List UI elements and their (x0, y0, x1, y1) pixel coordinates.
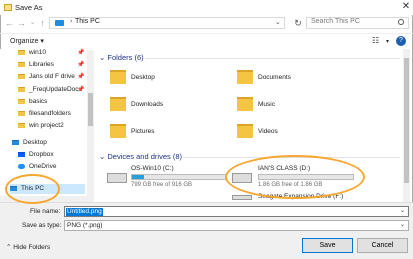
nav-item-basics[interactable]: basics (18, 97, 47, 107)
folder-label[interactable]: Pictures (131, 128, 154, 135)
this-pc-icon (55, 20, 64, 26)
save-as-type-label: Save as type: (22, 222, 62, 229)
onedrive-icon (18, 163, 25, 169)
nav-item-win10[interactable]: win10 (18, 48, 46, 58)
folder-icon (18, 122, 25, 128)
folder-label[interactable]: Videos (258, 128, 278, 135)
view-dropdown-icon[interactable]: ▾ (386, 38, 389, 45)
search-placeholder: Search This PC (311, 18, 360, 25)
desktop-folder-icon (110, 70, 126, 84)
nav-item-libraries[interactable]: Libraries (18, 60, 54, 70)
pin-icon: 📌 (77, 87, 85, 93)
organize-button[interactable]: Organize ▾ (10, 37, 44, 45)
drive-name[interactable]: OS-Win10 (C:) (131, 165, 174, 172)
folder-icon (18, 49, 25, 55)
external-drive-icon (232, 195, 252, 200)
recent-dropdown-icon[interactable]: ⌄ (28, 18, 37, 28)
file-name-input[interactable] (64, 206, 409, 217)
folder-label[interactable]: Documents (258, 74, 291, 81)
search-icon[interactable] (398, 19, 404, 25)
nav-scrollbar[interactable] (87, 50, 94, 202)
highlight-ellipse-this-pc (5, 174, 60, 204)
chevron-down-icon[interactable]: ⌄ (400, 207, 405, 214)
address-path[interactable]: This PC (75, 18, 100, 25)
music-folder-icon (237, 97, 253, 111)
pictures-folder-icon (110, 124, 126, 138)
view-options-icon[interactable]: ☷ (372, 36, 379, 45)
toolbar (0, 33, 413, 48)
save-as-type-select[interactable] (64, 220, 409, 231)
desktop-icon (12, 139, 19, 145)
nav-scrollbar-thumb[interactable] (88, 93, 93, 126)
folder-label[interactable]: Downloads (131, 101, 163, 108)
file-name-label: File name: (30, 208, 61, 215)
documents-folder-icon (237, 70, 253, 84)
videos-folder-icon (237, 124, 253, 138)
group-header-drives[interactable]: ⌄ Devices and drives (8) (99, 152, 182, 161)
highlight-ellipse-drive-d (225, 155, 365, 199)
up-arrow-icon[interactable]: ↑ (38, 18, 47, 28)
close-icon[interactable]: ✕ (401, 1, 411, 12)
group-header-folders[interactable]: ⌄ Folders (6) (99, 53, 144, 62)
save-as-type-value: PNG (*.png) (67, 222, 103, 229)
nav-item-filesandfolders[interactable]: filesandfolders (18, 109, 71, 119)
pin-icon: 📌 (77, 62, 85, 68)
chevron-down-icon[interactable]: ⌄ (400, 221, 405, 228)
window-title: Save As (15, 3, 43, 12)
windows-drive-icon (107, 173, 127, 183)
folder-icon (18, 110, 25, 116)
cancel-button[interactable]: Cancel (357, 238, 408, 253)
help-icon[interactable]: ? (396, 36, 406, 46)
folder-icon (18, 73, 25, 79)
nav-item-dropbox[interactable]: Dropbox (18, 150, 54, 160)
nav-item-jans-old-f-drive[interactable]: Jans old F drive (18, 72, 75, 82)
folder-icon (18, 86, 25, 92)
downloads-folder-icon (110, 97, 126, 111)
chevron-down-icon[interactable]: ⌄ (275, 18, 281, 26)
folder-icon (18, 98, 25, 104)
nav-item-desktop[interactable]: Desktop (12, 138, 47, 148)
file-name-value[interactable]: Untitled.png (66, 208, 103, 216)
title-bar (0, 0, 413, 15)
drive-free-space: 799 GB free of 916 GB (131, 182, 193, 188)
save-button[interactable]: Save (302, 238, 353, 253)
forward-arrow-icon[interactable]: → (17, 18, 26, 28)
capacity-fill (132, 175, 145, 179)
folder-icon (18, 61, 25, 67)
dropbox-icon (18, 151, 25, 157)
main-scrollbar-thumb[interactable] (404, 58, 409, 183)
capacity-bar (131, 174, 227, 180)
chevron-right-icon[interactable]: › (70, 18, 72, 25)
divider (145, 58, 400, 59)
pin-icon: 📌 (77, 50, 85, 56)
hide-folders-button[interactable]: ⌃ Hide Folders (6, 243, 50, 251)
nav-item-win-project2[interactable]: win project2 (18, 121, 64, 131)
folder-icon (4, 4, 12, 11)
back-arrow-icon[interactable]: ← (5, 18, 14, 28)
folder-label[interactable]: Music (258, 101, 275, 108)
nav-item-onedrive[interactable]: OneDrive (18, 162, 56, 172)
pin-icon: 📌 (77, 74, 85, 80)
refresh-icon[interactable]: ↻ (292, 17, 304, 29)
nav-item-frequpdatedocs[interactable]: _FreqUpdateDocs (18, 85, 82, 95)
folder-label[interactable]: Desktop (131, 74, 155, 81)
